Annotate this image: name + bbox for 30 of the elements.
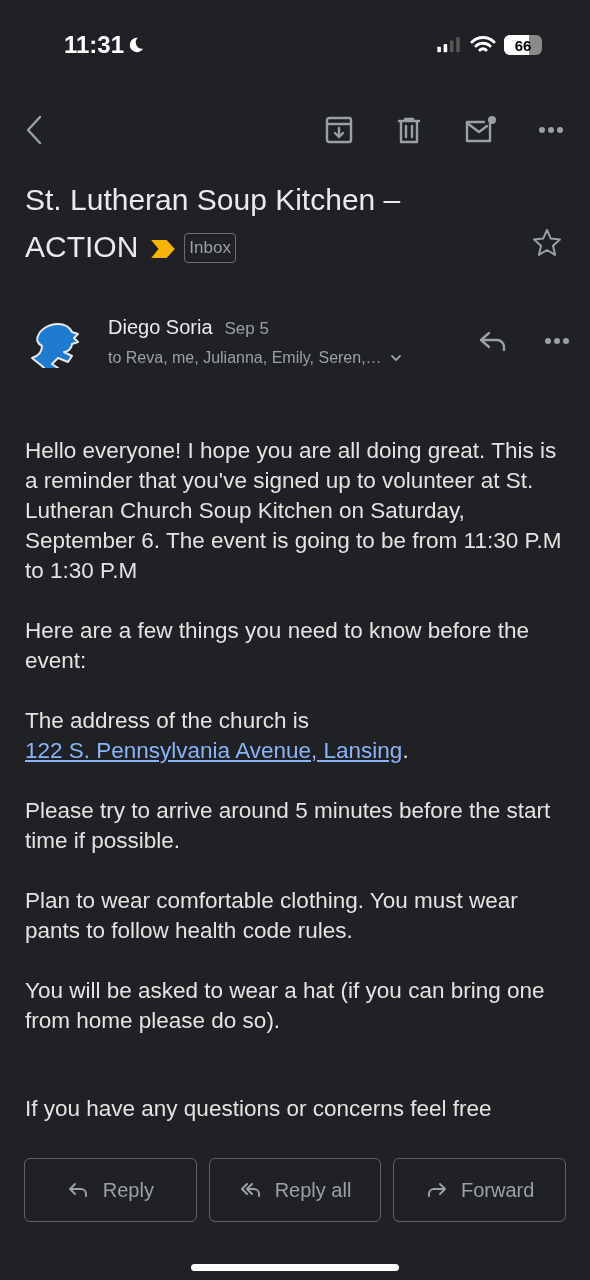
- star-icon[interactable]: [532, 228, 562, 258]
- body-paragraph: The address of the church is 122 S. Pennsylvania Avenue, Lansing.: [25, 707, 410, 765]
- chevron-down-icon[interactable]: [389, 353, 402, 362]
- body-paragraph: Hello everyone! I hope you are all doing great. This is a reminder that you've signed up to volunteer at St. Lutheran Church Soup Kitchen on Saturday, September 6. The event is going to be from 11:30 P.M to 1:30 P.M: [25, 437, 562, 585]
- reply-all-icon: [238, 1180, 263, 1200]
- label-tag[interactable]: Inbox: [184, 233, 236, 263]
- reply-button[interactable]: Reply: [24, 1158, 197, 1222]
- forward-icon: [425, 1180, 449, 1200]
- importance-marker-icon[interactable]: [150, 239, 177, 259]
- sender-name: Diego Soria: [108, 315, 213, 339]
- more-icon[interactable]: [538, 126, 564, 134]
- signal-icon: [436, 36, 462, 54]
- email-subject: St. Lutheran Soup Kitchen – ACTION Inbox: [25, 182, 402, 265]
- reply-icon[interactable]: [478, 329, 508, 353]
- back-icon[interactable]: [24, 114, 44, 146]
- more-icon[interactable]: [544, 337, 570, 345]
- address-link[interactable]: 122 S. Pennsylvania Avenue, Lansing: [25, 738, 403, 763]
- body-paragraph: If you have any questions or concerns feel free: [25, 1095, 493, 1123]
- archive-icon[interactable]: [324, 115, 354, 145]
- body-paragraph: Plan to wear comfortable clothing. You must wear pants to follow health code rules.: [25, 887, 519, 945]
- forward-button[interactable]: Forward: [393, 1158, 566, 1222]
- mail-icon[interactable]: [464, 115, 498, 145]
- battery-indicator: 66: [504, 35, 542, 55]
- message-date: Sep 5: [224, 318, 269, 339]
- clock-time: 11:31: [64, 31, 125, 59]
- reply-all-button[interactable]: Reply all: [208, 1158, 382, 1222]
- body-paragraph: Please try to arrive around 5 minutes before the start time if possible.: [25, 797, 552, 855]
- body-paragraph: You will be asked to wear a hat (if you can bring one from home please do so).: [25, 977, 546, 1035]
- recipients-text[interactable]: to Reva, me, Julianna, Emily, Seren,…: [108, 348, 382, 367]
- body-paragraph: Here are a few things you need to know before the event:: [25, 617, 531, 675]
